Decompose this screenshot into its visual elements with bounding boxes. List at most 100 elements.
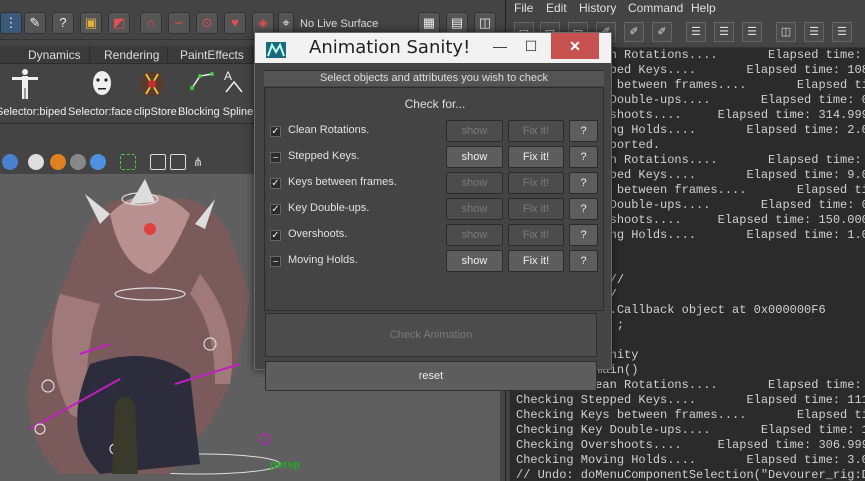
maximize-button[interactable]: ☐ [516, 33, 546, 59]
shadow-icon[interactable] [90, 154, 106, 170]
menu-edit[interactable]: Edit [546, 1, 567, 15]
tab-dynamics[interactable]: Dynamics [20, 46, 90, 64]
ipr-icon[interactable]: ▤ [446, 12, 468, 34]
check-label: Clean Rotations. [288, 124, 370, 136]
tab-painteffects[interactable]: PaintEffects [172, 46, 253, 64]
select-region-icon[interactable] [120, 154, 136, 170]
fix-it-button[interactable]: Fix it! [508, 224, 564, 246]
check-options-panel: Check for... ✓ Clean Rotations. show Fix it… [264, 87, 604, 311]
snap-icon[interactable]: ⋮ [0, 12, 22, 34]
check-checkbox[interactable]: ✓ [270, 204, 281, 215]
show-button[interactable]: show [446, 198, 503, 220]
cube-icon[interactable] [150, 154, 166, 170]
share-icon[interactable]: ⋔ [190, 154, 206, 170]
check-checkbox[interactable]: ✓ [270, 126, 281, 137]
output-line: // Undo: doMenuComponentSelection("Devou… [516, 468, 865, 481]
show-button[interactable]: show [446, 172, 503, 194]
show-input-icon[interactable]: ☰ [714, 22, 734, 42]
show-history-icon[interactable]: ☰ [686, 22, 706, 42]
check-checkbox[interactable] [270, 152, 281, 163]
check-label: Keys between frames. [288, 176, 397, 188]
execute-icon[interactable]: ☰ [832, 22, 852, 42]
check-checkbox[interactable] [270, 256, 281, 267]
snap-surface-icon[interactable]: ◈ [252, 12, 274, 34]
light-icon[interactable] [70, 154, 86, 170]
face-icon [93, 71, 111, 95]
live-surface-label: No Live Surface [300, 18, 379, 30]
help-icon[interactable]: ? [52, 12, 74, 34]
show-both-icon[interactable]: ☰ [742, 22, 762, 42]
dialog-subtitle: Select objects and attributes you wish t… [264, 70, 604, 86]
check-for-label: Check for... [404, 97, 466, 111]
output-line: Checking Key Double-ups.... Elapsed time… [516, 423, 865, 437]
show-button[interactable]: show [446, 120, 503, 142]
camera-label: persp [270, 459, 300, 471]
snap-point-icon[interactable]: ⊙ [196, 12, 218, 34]
tab-rendering[interactable]: Rendering [96, 46, 169, 64]
output-line: Checking Moving Holds.... Elapsed time: … [516, 453, 865, 467]
shelf-item-clipstore[interactable]: clipStore [132, 64, 177, 124]
shelf-item-label: Selector:biped [0, 106, 67, 118]
help-button[interactable]: ? [569, 146, 598, 168]
biped-icon [12, 69, 38, 99]
smooth-shade-icon[interactable] [28, 154, 44, 170]
close-button[interactable]: ✕ [551, 33, 599, 59]
maya-menubar [0, 0, 500, 7]
clear-input-icon[interactable]: ✐ [624, 22, 644, 42]
shelf-item-label: Selector:face [68, 106, 133, 118]
shading-icon[interactable] [2, 154, 18, 170]
dialog-body: Select objects and attributes you wish t… [255, 63, 611, 391]
fix-it-button[interactable]: Fix it! [508, 198, 564, 220]
help-button[interactable]: ? [569, 250, 598, 272]
live-icon[interactable]: ⌖ [278, 12, 294, 34]
check-checkbox[interactable]: ✓ [270, 230, 281, 241]
reset-button[interactable]: reset [265, 361, 597, 391]
check-animation-button[interactable]: Check Animation [265, 313, 597, 357]
help-button[interactable]: ? [569, 198, 598, 220]
render-icon[interactable]: ▦ [418, 12, 440, 34]
output-line: Checking Overshoots.... Elapsed time: 30… [516, 438, 865, 452]
svg-text:A: A [224, 69, 232, 83]
check-label: Overshoots. [288, 228, 348, 240]
shelf-item-blocking-spline[interactable]: A Blocking Spline [178, 64, 253, 124]
menu-history[interactable]: History [579, 1, 616, 15]
dialog-titlebar[interactable]: Animation Sanity! — ☐ ✕ [255, 33, 611, 63]
show-button[interactable]: show [446, 224, 503, 246]
fix-it-button[interactable]: Fix it! [508, 146, 564, 168]
check-checkbox[interactable]: ✓ [270, 178, 281, 189]
screen: ⋮ ✎ ? ▣ ◩ ∩ ∽ ⊙ ♥ ◈ ⌖ No Live Surface ▦ … [0, 0, 865, 481]
magnet-icon[interactable]: ∩ [140, 12, 162, 34]
select-icon[interactable]: ◩ [108, 12, 130, 34]
help-button[interactable]: ? [569, 172, 598, 194]
snap-curve-icon[interactable]: ∽ [168, 12, 190, 34]
fix-it-button[interactable]: Fix it! [508, 120, 564, 142]
fix-it-button[interactable]: Fix it! [508, 250, 564, 272]
menu-file[interactable]: File [514, 1, 533, 15]
check-label: Moving Holds. [288, 254, 358, 266]
check-label: Key Double-ups. [288, 202, 370, 214]
minimize-button[interactable]: — [485, 33, 515, 59]
menu-command[interactable]: Command [628, 1, 683, 15]
clear-all-icon[interactable]: ✐ [652, 22, 672, 42]
anim-tool-icon: A [224, 69, 243, 93]
fix-it-button[interactable]: Fix it! [508, 172, 564, 194]
check-row: ✓ Keys between frames. show Fix it!? [265, 172, 605, 196]
paint-icon[interactable]: ✎ [24, 12, 46, 34]
check-row: ✓ Clean Rotations. show Fix it!? [265, 120, 605, 144]
show-button[interactable]: show [446, 250, 503, 272]
texture-icon[interactable] [50, 154, 66, 170]
isolate-icon[interactable] [170, 154, 186, 170]
line-numbers-icon[interactable]: ☰ [804, 22, 824, 42]
shelf-item-selector-biped[interactable]: Selector:biped [0, 64, 66, 124]
show-button[interactable]: show [446, 146, 503, 168]
help-button[interactable]: ? [569, 224, 598, 246]
snap-view-icon[interactable]: ♥ [224, 12, 246, 34]
echo-commands-icon[interactable]: ◫ [776, 22, 796, 42]
check-row: Stepped Keys. show Fix it!? [265, 146, 605, 170]
help-button[interactable]: ? [569, 120, 598, 142]
render-settings-icon[interactable]: ◫ [474, 12, 496, 34]
clipstore-icon [140, 72, 164, 96]
shelf-item-selector-face[interactable]: Selector:face [66, 64, 132, 124]
menu-help[interactable]: Help [691, 1, 716, 15]
lock-icon[interactable]: ▣ [80, 12, 102, 34]
